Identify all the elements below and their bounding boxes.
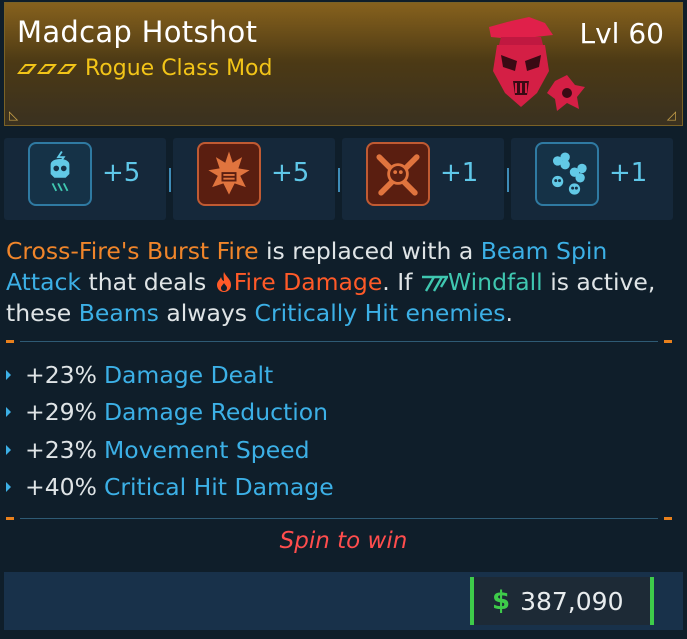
dollar-icon: $ [492, 586, 511, 616]
stat-row: +23% Damage Dealt [4, 356, 664, 394]
skill-tile[interactable]: +5 [173, 138, 335, 220]
item-card: Madcap Hotshot Lvl 60 Rogue Class Mod ◺ … [0, 0, 687, 639]
skill-bonus: +1 [609, 158, 648, 188]
separator-line [20, 518, 658, 519]
keyword-windfall: Windfall [447, 268, 543, 296]
skill-tile[interactable]: +5 [4, 138, 166, 220]
item-description: Cross-Fire's Burst Fire is replaced with… [6, 236, 678, 329]
stat-value: +23% [25, 360, 97, 389]
madcap-hotshot-class-mod-icon [489, 17, 585, 111]
stat-row: +40% Critical Hit Damage [4, 469, 664, 507]
separator-dash [664, 340, 672, 343]
price-box: $ 387,090 [470, 577, 654, 625]
stat-name: Movement Speed [103, 435, 310, 464]
bullet-arrow-icon [6, 482, 11, 493]
rarity-row: Rogue Class Mod [17, 56, 272, 81]
item-name: Madcap Hotshot [17, 15, 258, 49]
separator-dash [6, 340, 14, 343]
description-text: that deals [81, 268, 214, 296]
skill-divider [507, 168, 509, 192]
skill-bonus: +1 [440, 158, 479, 188]
section-separator [6, 513, 672, 525]
item-header: Madcap Hotshot Lvl 60 Rogue Class Mod ◺ … [4, 2, 683, 126]
bullet-arrow-icon [6, 444, 11, 455]
section-separator [6, 336, 672, 348]
stat-value: +23% [25, 435, 97, 464]
windfall-icon [421, 275, 448, 292]
stat-row: +29% Damage Reduction [4, 394, 664, 432]
description-text: is replaced with a [258, 237, 481, 265]
separator-line [20, 341, 658, 342]
price-footer: $ 387,090 [4, 572, 683, 630]
bullet-arrow-icon [6, 407, 11, 418]
fire-icon [216, 272, 231, 292]
item-type: Rogue Class Mod [85, 56, 273, 81]
keyword-beams: Beams [78, 299, 159, 327]
skill-divider [169, 168, 171, 192]
skill-bonus: +5 [271, 158, 310, 188]
triple-chevron-icon [17, 63, 77, 74]
stat-value: +29% [25, 398, 97, 427]
separator-dash [6, 517, 14, 520]
stat-list: +23% Damage Dealt +29% Damage Reduction … [4, 356, 664, 506]
stat-value: +40% [25, 473, 97, 502]
skill-divider [338, 168, 340, 192]
skill-bonus-row: +5 +5 +1 +1 [4, 138, 683, 220]
corner-mark-left: ◺ [9, 108, 19, 122]
stat-name: Damage Reduction [103, 398, 329, 427]
description-text: always [158, 299, 255, 327]
description-text: . [505, 299, 513, 327]
keyword-critically-hit: Critically Hit enemies [254, 299, 506, 327]
skill-tile[interactable]: +1 [342, 138, 504, 220]
price-value: 387,090 [520, 586, 624, 616]
flavor-text: Spin to win [279, 528, 408, 554]
corner-mark-right: ◿ [666, 108, 676, 122]
bullet-arrow-icon [6, 369, 11, 380]
clover-skulls-icon [535, 142, 599, 206]
skull-lightning-icon [28, 142, 92, 206]
stat-name: Damage Dealt [103, 360, 274, 389]
item-level: Lvl 60 [579, 17, 664, 50]
fire-burst-icon [197, 142, 261, 206]
stat-row: +23% Movement Speed [4, 431, 664, 469]
skill-name-cross-fire: Cross-Fire's Burst Fire [6, 237, 259, 265]
skill-bonus: +5 [102, 158, 141, 188]
stat-name: Critical Hit Damage [103, 473, 334, 502]
skill-tile[interactable]: +1 [511, 138, 673, 220]
crossed-weapons-icon [366, 142, 430, 206]
keyword-fire-damage: Fire Damage [233, 268, 383, 296]
separator-dash [664, 517, 672, 520]
description-text: . If [382, 268, 420, 296]
